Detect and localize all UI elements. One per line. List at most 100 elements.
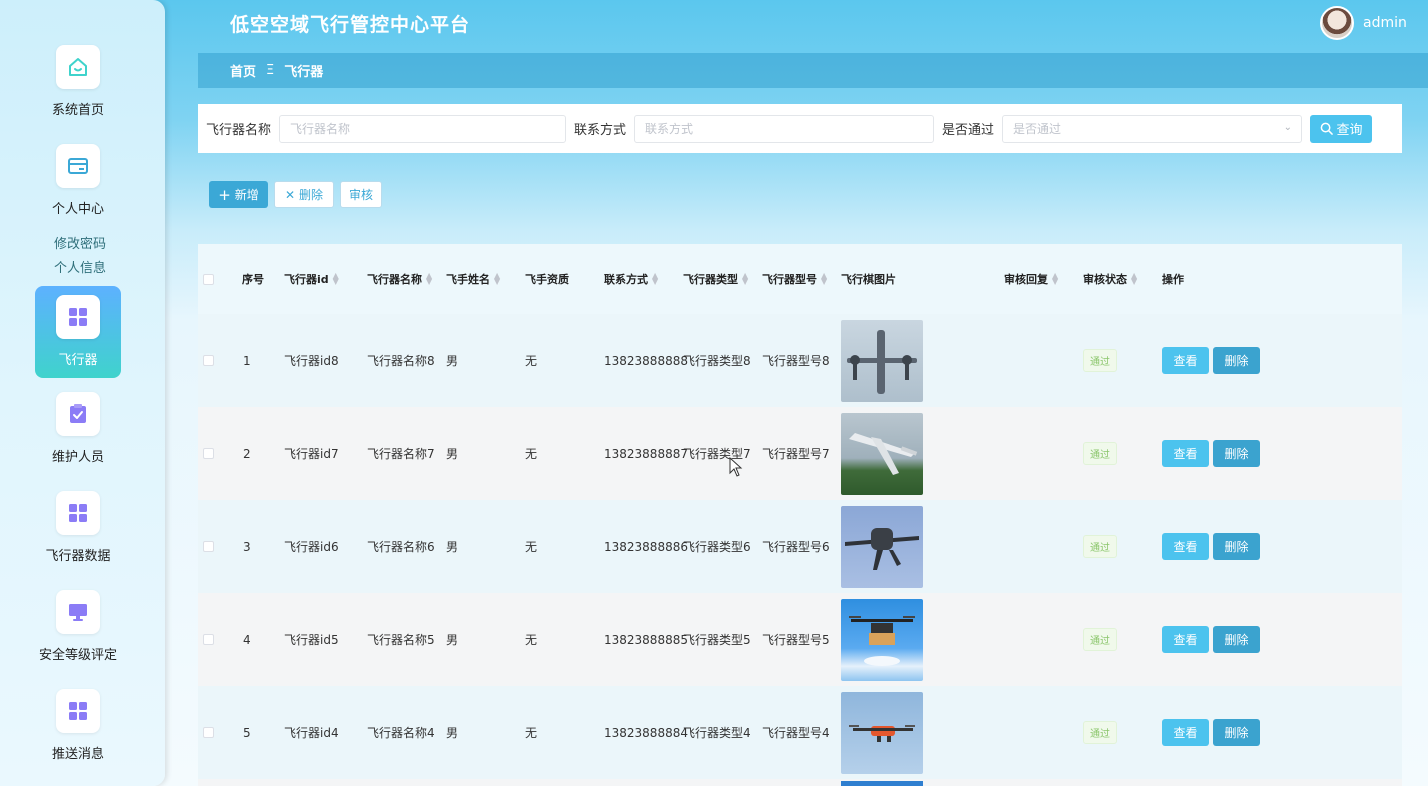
plus-icon: + xyxy=(218,185,231,204)
pass-filter-select[interactable]: ⌄ xyxy=(1002,114,1303,143)
cell-image[interactable] xyxy=(841,686,923,779)
delete-button[interactable]: 删除 xyxy=(1213,719,1260,746)
column-header-contact[interactable]: 联系方式 ▲ ▼ xyxy=(604,244,658,314)
status-badge: 通过 xyxy=(1083,721,1117,744)
column-header-id[interactable]: 飞行器id ▲ ▼ xyxy=(284,244,339,314)
aircraft-thumbnail[interactable] xyxy=(841,505,923,588)
aircraft-thumbnail[interactable] xyxy=(841,598,923,681)
cell-contact: 13823888886 xyxy=(604,539,688,554)
breadcrumb-separator-icon: Ξ xyxy=(266,63,275,78)
cell-id: 飞行器id5 xyxy=(284,633,339,647)
delete-button[interactable]: 删除 xyxy=(1213,533,1260,560)
card-icon xyxy=(56,144,100,188)
sidebar-item-maintainers[interactable]: 维护人员 xyxy=(35,383,121,475)
cell-index: 3 xyxy=(243,539,251,554)
grid-icon xyxy=(56,491,100,535)
cell-id: 飞行器id8 xyxy=(284,354,339,368)
cell-qualification: 无 xyxy=(525,540,538,554)
column-header-type[interactable]: 飞行器类型 ▲ ▼ xyxy=(683,244,748,314)
cell-index: 1 xyxy=(243,353,251,368)
column-header-reply[interactable]: 审核回复 ▲ ▼ xyxy=(1004,244,1058,314)
add-button[interactable]: + 新增 xyxy=(209,181,268,208)
cell-id: 飞行器id6 xyxy=(284,540,339,554)
delete-button[interactable]: 删除 xyxy=(1213,347,1260,374)
aircraft-table: 序号 飞行器id ▲ ▼ 飞行器名称 ▲ ▼ 飞手姓名 ▲ ▼ 飞手资质 联系方式 ▲ ▼ 飞行… xyxy=(198,244,1402,786)
cell-image[interactable] xyxy=(841,593,923,686)
cell-index: 2 xyxy=(243,446,251,461)
row-checkbox[interactable] xyxy=(203,593,214,686)
sort-icon: ▲ ▼ xyxy=(494,271,501,286)
contact-filter-input[interactable] xyxy=(634,114,935,143)
search-form: 飞行器名称 联系方式 是否通过 ⌄ 查询 xyxy=(198,104,1402,153)
breadcrumb: 首页 Ξ 飞行器 xyxy=(198,53,1428,88)
query-button[interactable]: 查询 xyxy=(1310,114,1373,143)
breadcrumb-home[interactable]: 首页 xyxy=(230,61,256,80)
sidebar-sublink-personal-info[interactable]: 个人信息 xyxy=(54,257,106,276)
cell-pilot: 男 xyxy=(446,354,459,368)
cell-status: 通过 xyxy=(1083,686,1117,779)
pass-filter-input[interactable] xyxy=(1002,114,1303,143)
column-header-status[interactable]: 审核状态 ▲ ▼ xyxy=(1083,244,1137,314)
cell-type: 飞行器类型7 xyxy=(683,447,751,461)
sidebar-sublink-change-password[interactable]: 修改密码 xyxy=(54,233,106,252)
sort-icon: ▲ ▼ xyxy=(1131,271,1138,286)
row-checkbox[interactable] xyxy=(203,686,214,779)
cell-image[interactable] xyxy=(841,407,923,500)
sidebar-item-profile[interactable]: 个人中心 xyxy=(35,135,121,227)
clipboard-check-icon xyxy=(56,392,100,436)
name-filter-label: 飞行器名称 xyxy=(206,123,272,138)
audit-button[interactable]: 审核 xyxy=(340,181,382,208)
grid-icon xyxy=(56,295,100,339)
row-checkbox[interactable] xyxy=(203,407,214,500)
cell-name: 飞行器名称4 xyxy=(367,726,435,740)
batch-delete-button[interactable]: ✕ 删除 xyxy=(274,181,334,208)
column-header-name[interactable]: 飞行器名称 ▲ ▼ xyxy=(367,244,432,314)
delete-button[interactable]: 删除 xyxy=(1213,626,1260,653)
cell-image[interactable] xyxy=(841,314,923,407)
avatar[interactable] xyxy=(1320,6,1354,40)
view-button[interactable]: 查看 xyxy=(1162,533,1209,560)
table-row: 1 飞行器id8 飞行器名称8 男 无 13823888888 飞行器类型8 飞… xyxy=(198,314,1402,407)
delete-button[interactable]: 删除 xyxy=(1213,440,1260,467)
view-button[interactable]: 查看 xyxy=(1162,440,1209,467)
row-checkbox[interactable] xyxy=(203,500,214,593)
row-checkbox[interactable] xyxy=(203,314,214,407)
cell-qualification: 无 xyxy=(525,447,538,461)
sidebar-item-home[interactable]: 系统首页 xyxy=(35,36,121,128)
sidebar-item-label: 系统首页 xyxy=(51,103,104,118)
sort-icon: ▲ ▼ xyxy=(821,271,828,286)
cell-type: 飞行器类型6 xyxy=(683,540,751,554)
cell-name: 飞行器名称5 xyxy=(367,633,435,647)
sidebar-item-label: 飞行器数据 xyxy=(45,549,111,564)
username[interactable]: admin xyxy=(1363,15,1407,31)
aircraft-thumbnail[interactable] xyxy=(841,691,923,774)
select-all-checkbox[interactable] xyxy=(203,244,214,314)
sidebar-item-aircraft-data[interactable]: 飞行器数据 xyxy=(35,482,121,574)
aircraft-thumbnail[interactable] xyxy=(841,319,923,402)
column-header-qualification: 飞手资质 xyxy=(525,273,569,286)
view-button[interactable]: 查看 xyxy=(1162,626,1209,653)
cell-status: 通过 xyxy=(1083,407,1117,500)
cell-qualification: 无 xyxy=(525,633,538,647)
aircraft-thumbnail[interactable] xyxy=(841,412,923,495)
cell-image[interactable] xyxy=(841,500,923,593)
sidebar: 系统首页 个人中心 修改密码 个人信息 飞行器 维护人员 飞行器数据 安全等级评… xyxy=(0,0,165,786)
name-filter-input[interactable] xyxy=(279,114,567,143)
sidebar-item-push-messages[interactable]: 推送消息 xyxy=(35,680,121,772)
sidebar-item-safety-rating[interactable]: 安全等级评定 xyxy=(30,581,126,673)
cell-id: 飞行器id7 xyxy=(284,447,339,461)
view-button[interactable]: 查看 xyxy=(1162,347,1209,374)
table-row: 2 飞行器id7 飞行器名称7 男 无 13823888887 飞行器类型7 飞… xyxy=(198,407,1402,500)
column-header-actions: 操作 xyxy=(1162,273,1184,286)
cell-qualification: 无 xyxy=(525,726,538,740)
sidebar-item-aircraft[interactable]: 飞行器 xyxy=(35,286,121,378)
column-header-model[interactable]: 飞行器型号 ▲ ▼ xyxy=(762,244,827,314)
cell-pilot: 男 xyxy=(446,540,459,554)
grid-icon xyxy=(56,689,100,733)
view-button[interactable]: 查看 xyxy=(1162,719,1209,746)
cell-model: 飞行器型号4 xyxy=(762,726,830,740)
cell-pilot: 男 xyxy=(446,447,459,461)
sort-icon: ▲ ▼ xyxy=(742,271,749,286)
column-header-pilot[interactable]: 飞手姓名 ▲ ▼ xyxy=(446,244,500,314)
table-row: 4 飞行器id5 飞行器名称5 男 无 13823888885 飞行器类型5 飞… xyxy=(198,593,1402,686)
